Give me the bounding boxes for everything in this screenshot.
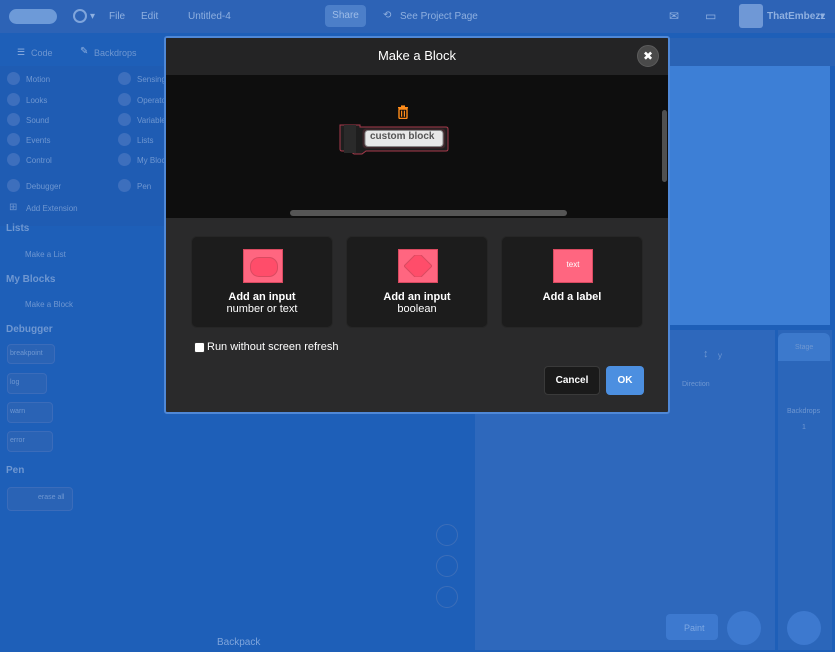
- code-icon: ☰: [17, 47, 26, 57]
- events-icon[interactable]: [7, 133, 20, 146]
- see-project-link[interactable]: See Project Page: [400, 11, 478, 22]
- category-sensing[interactable]: Sensing: [137, 75, 166, 84]
- option-title: Add an input: [228, 291, 296, 303]
- make-block-button[interactable]: Make a Block: [25, 300, 73, 309]
- vertical-scrollbar[interactable]: [662, 110, 667, 182]
- backdrop-count: 1: [802, 424, 806, 431]
- looks-icon[interactable]: [7, 93, 20, 106]
- debugger-heading: Debugger: [6, 324, 53, 335]
- option-title: Add an input: [383, 291, 451, 303]
- modal-title: Make a Block: [377, 48, 457, 63]
- label-icon: text: [553, 249, 593, 283]
- error-label: error: [10, 437, 25, 444]
- lists-heading: Lists: [6, 223, 30, 234]
- option-subtitle: boolean: [397, 303, 437, 315]
- sound-icon[interactable]: [7, 113, 20, 126]
- pen-heading: Pen: [6, 465, 25, 476]
- make-list-button[interactable]: Make a List: [25, 250, 66, 259]
- file-menu[interactable]: File: [109, 11, 125, 22]
- zoom-reset-icon[interactable]: [436, 586, 458, 608]
- zoom-out-icon[interactable]: [436, 555, 458, 577]
- stage-label: Stage: [795, 344, 814, 351]
- close-button[interactable]: ✖: [637, 45, 659, 67]
- project-title[interactable]: Untitled-4: [188, 11, 231, 22]
- motion-icon[interactable]: [7, 72, 20, 85]
- username[interactable]: ThatEmbezz: [767, 11, 825, 22]
- variables-icon[interactable]: [118, 113, 131, 126]
- category-sound[interactable]: Sound: [26, 116, 49, 125]
- ok-button[interactable]: OK: [606, 366, 644, 395]
- lists-icon[interactable]: [118, 133, 131, 146]
- pen-icon[interactable]: [118, 179, 131, 192]
- warn-label: warn: [10, 408, 26, 415]
- run-without-refresh-label[interactable]: Run without screen refresh: [207, 341, 338, 353]
- erase-all-label: erase all: [38, 494, 65, 501]
- category-pen[interactable]: Pen: [137, 182, 151, 191]
- log-label: log: [10, 379, 20, 386]
- add-label-option[interactable]: text Add a label: [501, 236, 643, 328]
- make-block-modal: Make a Block ✖ custom block Add an input…: [164, 36, 670, 414]
- option-subtitle: number or text: [226, 303, 298, 315]
- add-backdrop-button[interactable]: [787, 611, 821, 645]
- debugger-icon[interactable]: [7, 179, 20, 192]
- operators-icon[interactable]: [118, 93, 131, 106]
- category-lists[interactable]: Lists: [137, 136, 153, 145]
- round-input-icon: [243, 249, 283, 283]
- category-motion[interactable]: Motion: [26, 75, 50, 84]
- messages-icon[interactable]: ✉: [669, 9, 679, 23]
- brush-icon: ✎: [80, 46, 89, 57]
- avatar[interactable]: [739, 4, 763, 28]
- direction-label: Direction: [682, 381, 710, 388]
- add-extension-icon[interactable]: ⊞: [9, 202, 17, 213]
- my-stuff-icon[interactable]: ▭: [705, 9, 716, 23]
- breakpoint-label: breakpoint: [10, 350, 43, 357]
- backpack-header[interactable]: Backpack: [217, 637, 260, 648]
- trash-icon[interactable]: [397, 105, 409, 119]
- y-label: y: [718, 351, 722, 360]
- paint-label: Paint: [684, 623, 705, 633]
- add-sprite-button[interactable]: [727, 611, 761, 645]
- language-icon[interactable]: [73, 9, 87, 23]
- category-looks[interactable]: Looks: [26, 96, 47, 105]
- backdrops-label: Backdrops: [787, 408, 821, 415]
- add-extension-label[interactable]: Add Extension: [26, 204, 78, 213]
- sensing-icon[interactable]: [118, 72, 131, 85]
- share-button[interactable]: Share: [325, 5, 366, 27]
- my-blocks-icon[interactable]: [118, 153, 131, 166]
- run-without-refresh-checkbox[interactable]: [194, 342, 205, 353]
- cancel-button[interactable]: Cancel: [544, 366, 600, 395]
- add-input-boolean-option[interactable]: Add an input boolean: [346, 236, 488, 328]
- stage-toolbar: [668, 38, 835, 66]
- tab-backdrops[interactable]: Backdrops: [94, 48, 137, 58]
- label-icon-text: text: [566, 260, 580, 269]
- tab-code[interactable]: Code: [31, 48, 53, 58]
- edit-menu[interactable]: Edit: [141, 11, 158, 22]
- close-icon: ✖: [642, 49, 654, 63]
- horizontal-scrollbar[interactable]: [290, 210, 567, 216]
- zoom-in-icon[interactable]: [436, 524, 458, 546]
- y-axis-icon: ↕: [703, 348, 709, 360]
- stage-canvas[interactable]: [668, 66, 830, 325]
- category-menu: [0, 66, 165, 226]
- category-debugger[interactable]: Debugger: [26, 182, 61, 191]
- logo[interactable]: [9, 9, 57, 24]
- category-control[interactable]: Control: [26, 156, 52, 165]
- category-events[interactable]: Events: [26, 136, 50, 145]
- stage-selector[interactable]: [778, 330, 832, 650]
- block-name-input[interactable]: custom block: [370, 131, 434, 142]
- option-title: Add a label: [542, 291, 602, 303]
- add-input-number-text-option[interactable]: Add an input number or text: [191, 236, 333, 328]
- chevron-down-icon[interactable]: ▾: [820, 11, 825, 22]
- chevron-down-icon[interactable]: ▾: [90, 11, 95, 22]
- see-project-icon: ⟲: [383, 10, 392, 21]
- hexagon-input-icon: [398, 249, 438, 283]
- my-blocks-heading: My Blocks: [6, 274, 56, 285]
- control-icon[interactable]: [7, 153, 20, 166]
